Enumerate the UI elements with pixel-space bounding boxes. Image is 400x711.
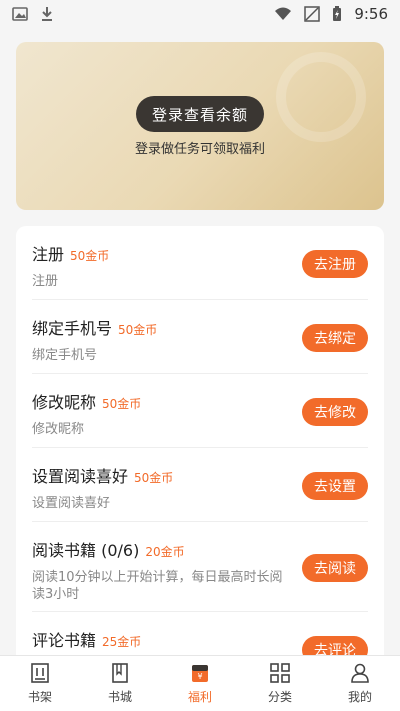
task-title: 评论书籍 <box>32 631 97 650</box>
clock: 9:56 <box>354 5 388 23</box>
task-reward: 50金币 <box>102 397 142 411</box>
tab-label: 分类 <box>267 690 292 704</box>
task-description: 注册 <box>32 274 59 289</box>
login-button[interactable]: 登录查看余额 <box>136 96 264 132</box>
battery-charging-icon <box>332 6 342 22</box>
task-description: 设置阅读喜好 <box>32 496 111 511</box>
task-title: 阅读书籍 (0/6) <box>32 541 140 560</box>
task-reward: 25金币 <box>102 635 142 649</box>
tab-category[interactable]: 分类 <box>250 662 310 705</box>
task-description: 修改昵称 <box>32 422 85 437</box>
login-banner: 登录查看余额 登录做任务可领取福利 <box>16 42 384 210</box>
task-item-register: 注册 50金币 注册 去注册 <box>32 226 368 300</box>
tab-bookshelf[interactable]: 书架 <box>10 662 70 705</box>
task-title: 修改昵称 <box>32 393 97 412</box>
tab-welfare[interactable]: ¥ 福利 <box>170 662 230 705</box>
task-title: 注册 <box>32 245 65 264</box>
task-item-bind-phone: 绑定手机号 50金币 绑定手机号 去绑定 <box>32 300 368 374</box>
task-item-read-books: 阅读书籍 (0/6) 20金币 阅读10分钟以上开始计算，每日最高时长阅读3小时 … <box>32 522 368 612</box>
tab-label: 福利 <box>187 690 212 704</box>
wifi-icon <box>274 7 292 21</box>
task-reward: 50金币 <box>134 471 174 485</box>
bottom-tab-bar: 书架 书城 ¥ 福利 分类 我的 <box>0 655 400 711</box>
task-title: 绑定手机号 <box>32 319 113 338</box>
image-icon <box>12 7 28 21</box>
task-title: 设置阅读喜好 <box>32 467 129 486</box>
task-item-reading-preference: 设置阅读喜好 50金币 设置阅读喜好 去设置 <box>32 448 368 522</box>
change-nickname-button[interactable]: 去修改 <box>302 398 368 426</box>
bind-phone-button[interactable]: 去绑定 <box>302 324 368 352</box>
category-icon <box>269 662 291 684</box>
tab-label: 书城 <box>107 690 132 704</box>
task-reward: 50金币 <box>118 323 158 337</box>
svg-text:¥: ¥ <box>197 672 202 681</box>
set-preference-button[interactable]: 去设置 <box>302 472 368 500</box>
bookstore-icon <box>109 662 131 684</box>
welfare-icon: ¥ <box>189 662 211 684</box>
read-button[interactable]: 去阅读 <box>302 554 368 582</box>
download-icon <box>40 6 54 22</box>
tab-bookstore[interactable]: 书城 <box>90 662 150 705</box>
banner-decoration <box>276 52 366 142</box>
login-subtitle: 登录做任务可领取福利 <box>134 142 265 157</box>
task-description: 绑定手机号 <box>32 348 98 363</box>
bookshelf-icon <box>29 662 51 684</box>
profile-icon <box>349 662 371 684</box>
tab-profile[interactable]: 我的 <box>330 662 390 705</box>
task-description: 阅读10分钟以上开始计算，每日最高时长阅读3小时 <box>32 570 283 602</box>
task-list: 注册 50金币 注册 去注册 绑定手机号 50金币 绑定手机号 去绑定 修改昵称 50… <box>16 226 384 666</box>
task-item-change-nickname: 修改昵称 50金币 修改昵称 去修改 <box>32 374 368 448</box>
task-reward: 50金币 <box>70 249 110 263</box>
no-signal-icon <box>304 6 321 22</box>
status-bar: 9:56 <box>0 0 400 28</box>
tab-label: 书架 <box>27 690 52 704</box>
register-button[interactable]: 去注册 <box>302 250 368 278</box>
tab-label: 我的 <box>347 690 372 704</box>
task-reward: 20金币 <box>145 545 185 559</box>
